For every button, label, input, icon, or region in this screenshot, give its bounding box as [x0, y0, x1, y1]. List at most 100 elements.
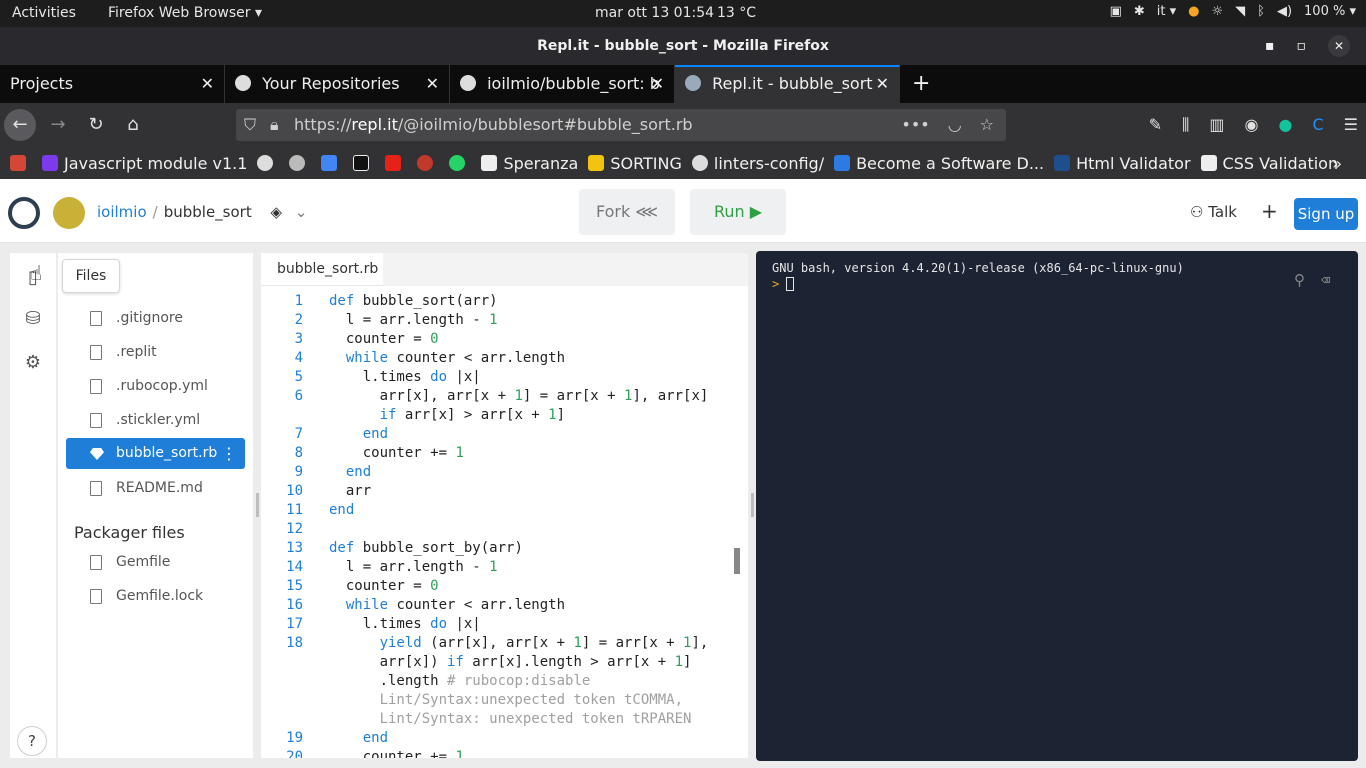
notification-dot-icon[interactable]: ● — [1188, 4, 1199, 19]
bookmark-label: Html Validator — [1076, 153, 1191, 173]
minimize-icon[interactable]: ▪ — [1265, 27, 1275, 65]
code-line: while counter < arr.length — [345, 597, 566, 613]
file-item[interactable]: README.md — [66, 473, 245, 504]
editor-scrollbar[interactable] — [734, 548, 740, 574]
bookmark-star-icon[interactable]: ☆ — [980, 109, 994, 141]
editor-tab[interactable]: bubble_sort.rb — [261, 253, 383, 286]
code-line: counter = 0 — [329, 578, 439, 594]
new-tab-icon[interactable]: + — [900, 65, 942, 103]
bookmark-become-software[interactable]: Become a Software D... — [834, 154, 1044, 173]
lock-icon[interactable]: 🔒︎ — [270, 109, 279, 141]
language-indicator[interactable]: it ▾ — [1157, 4, 1176, 19]
menu-icon[interactable]: ☰ — [1344, 115, 1358, 135]
file-item[interactable]: .stickler.yml — [66, 405, 245, 436]
bookmark-javascript-module[interactable]: Javascript module v1.1 — [42, 154, 247, 173]
whatsapp-icon[interactable] — [449, 155, 471, 171]
talk-button[interactable]: ⚇ Talk — [1190, 203, 1237, 221]
reload-icon[interactable]: ↻ — [80, 109, 112, 141]
close-tab-icon[interactable]: ✕ — [876, 67, 889, 101]
mdn-icon[interactable] — [353, 155, 375, 171]
database-icon[interactable]: ⛁ — [22, 308, 44, 330]
close-icon[interactable]: ✕ — [1328, 35, 1350, 57]
activities-button[interactable]: Activities — [12, 5, 76, 21]
maximize-icon[interactable]: ▫ — [1297, 27, 1307, 65]
code-editor[interactable]: bubble_sort.rb 1 2 3 4 5 6 7 8 9 10 11 1… — [261, 253, 748, 758]
breadcrumb-project[interactable]: bubble_sort — [164, 203, 252, 221]
gmail-icon[interactable] — [10, 155, 32, 171]
settings-gear-icon[interactable]: ⚙ — [22, 352, 44, 374]
bookmark-speranza[interactable]: Speranza — [481, 154, 578, 173]
tab-label: Your Repositories — [262, 74, 400, 93]
fork-button[interactable]: Fork ⋘ — [579, 189, 675, 235]
talk-label: Talk — [1208, 203, 1237, 221]
slack-icon[interactable]: ✱ — [1134, 4, 1145, 19]
breadcrumb-user[interactable]: ioilmio — [97, 203, 147, 221]
extension-c-icon[interactable]: C — [1312, 115, 1323, 135]
file-item[interactable]: .replit — [66, 337, 245, 368]
file-item[interactable]: Gemfile — [66, 547, 245, 578]
tab-label: Repl.it - bubble_sort — [712, 74, 873, 93]
tab-your-repositories[interactable]: Your Repositories ✕ — [225, 65, 450, 103]
account-icon[interactable]: ◉ — [1245, 115, 1259, 135]
battery-indicator[interactable]: 100 % ▾ — [1304, 4, 1356, 19]
bookmark-sorting[interactable]: SORTING — [588, 154, 682, 173]
help-button[interactable]: ? — [17, 726, 47, 756]
zoom-icon[interactable]: ▣ — [1110, 4, 1122, 19]
url-prefix: https:// — [294, 115, 352, 134]
tab-replit-bubble-sort[interactable]: Repl.it - bubble_sort ✕ — [675, 65, 900, 103]
wrench-icon[interactable]: ✎ — [1149, 115, 1162, 135]
tab-strip: Projects ✕ Your Repositories ✕ ioilmio/b… — [0, 65, 1366, 103]
code-line: Lint/Syntax: unexpected token tRPAREN — [329, 711, 692, 727]
code-line: end — [329, 502, 355, 518]
app-menu[interactable]: Firefox Web Browser ▾ — [108, 5, 262, 21]
avatar-bookmark-icon[interactable] — [417, 155, 439, 171]
bookmarks-toolbar: Javascript module v1.1 Speranza SORTING … — [0, 147, 1366, 179]
file-item[interactable]: Gemfile.lock — [66, 581, 245, 612]
pocket-icon[interactable]: ◡ — [948, 109, 962, 141]
close-tab-icon[interactable]: ✕ — [201, 65, 214, 103]
url-host: repl.it — [351, 115, 398, 134]
sidebar-icon[interactable]: ▥ — [1209, 115, 1224, 135]
signup-button[interactable]: Sign up — [1294, 198, 1358, 230]
replit-logo-icon[interactable] — [8, 197, 40, 229]
home-icon[interactable]: ⌂ — [117, 109, 149, 141]
clock[interactable]: mar ott 13 01:54 — [595, 5, 714, 21]
pane-resize-handle[interactable] — [256, 493, 259, 517]
line-number: 7 — [294, 426, 303, 442]
bookmark-css-validation[interactable]: CSS Validation — [1200, 154, 1338, 173]
youtube-icon[interactable] — [385, 155, 407, 171]
back-icon[interactable]: ← — [4, 109, 36, 141]
bookmark-html-validator[interactable]: Html Validator — [1054, 153, 1191, 173]
translate-icon[interactable] — [321, 155, 343, 171]
console-terminal[interactable]: GNU bash, version 4.4.20(1)-release (x86… — [756, 251, 1358, 761]
clear-console-icon[interactable]: ⌫ — [1321, 271, 1330, 289]
url-bar[interactable]: ⛉ 🔒︎ https://repl.it/@ioilmio/bubblesort… — [236, 109, 1006, 141]
new-repl-button[interactable]: + — [1261, 199, 1278, 223]
more-bookmarks-icon[interactable]: » — [1332, 154, 1342, 173]
tab-projects[interactable]: Projects ✕ — [0, 65, 225, 103]
close-tab-icon[interactable]: ✕ — [651, 65, 664, 103]
forward-icon[interactable]: → — [42, 109, 74, 141]
close-tab-icon[interactable]: ✕ — [426, 65, 439, 103]
run-button[interactable]: Run ▶ — [690, 189, 786, 235]
file-name: README.md — [116, 480, 203, 496]
breadcrumb: ioilmio / bubble_sort ◈ ⌄ — [97, 203, 307, 221]
more-options-icon[interactable]: ⋮ — [221, 438, 237, 469]
file-item-selected[interactable]: bubble_sort.rb ⋮ — [66, 438, 245, 469]
tab-github-bubble-sort[interactable]: ioilmio/bubble_sort: b ✕ — [450, 65, 675, 103]
page-actions-icon[interactable]: ••• — [901, 109, 929, 141]
avatar[interactable] — [53, 197, 85, 229]
pane-resize-handle[interactable] — [751, 493, 754, 517]
chevron-down-icon[interactable]: ⌄ — [295, 203, 308, 221]
file-icon — [90, 481, 102, 496]
fork-icon: ⋘ — [635, 202, 659, 221]
github-bookmark-icon[interactable] — [257, 155, 279, 171]
replit-bookmark-icon[interactable] — [289, 155, 311, 171]
grammarly-icon[interactable]: ● — [1279, 115, 1293, 135]
file-item[interactable]: .rubocop.yml — [66, 371, 245, 402]
file-item[interactable]: .gitignore — [66, 303, 245, 334]
library-icon[interactable]: ⫼ — [1182, 115, 1189, 135]
search-icon[interactable]: ⚲ — [1294, 271, 1305, 289]
bookmark-linters-config[interactable]: linters-config/ — [691, 154, 824, 173]
shield-icon[interactable]: ⛉ — [244, 109, 256, 141]
